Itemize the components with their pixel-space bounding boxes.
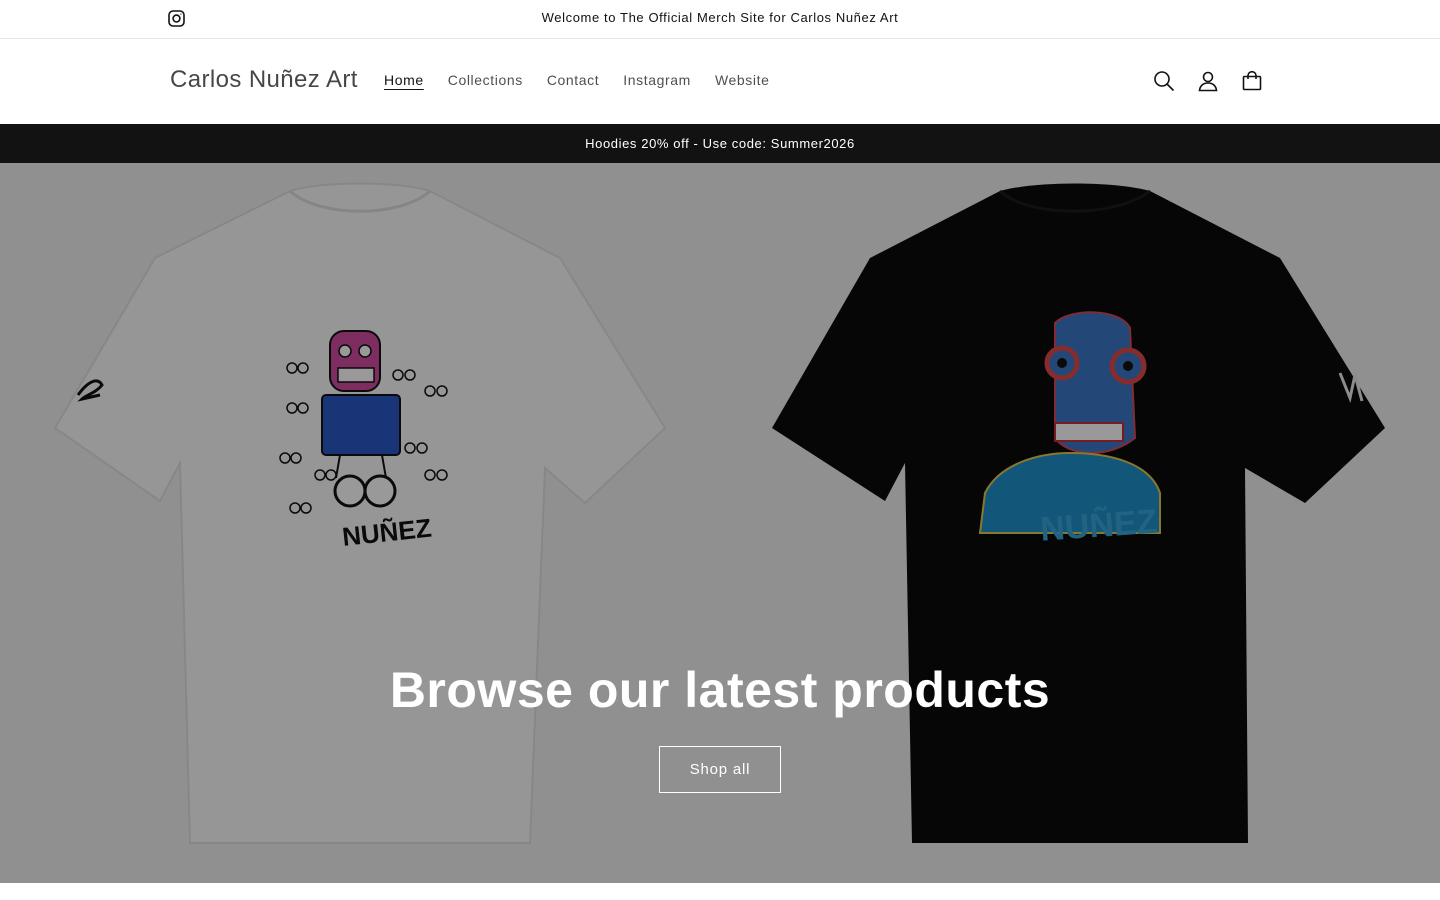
- site-header: Carlos Nuñez Art Home Collections Contac…: [0, 39, 1440, 124]
- announcement-bar: Welcome to The Official Merch Site for C…: [0, 0, 1440, 39]
- account-icon[interactable]: [1186, 59, 1230, 103]
- header-icons: [1142, 59, 1274, 103]
- shop-all-button[interactable]: Shop all: [659, 746, 781, 793]
- nav-item-instagram[interactable]: Instagram: [611, 72, 703, 88]
- announcement-message: Welcome to The Official Merch Site for C…: [541, 10, 899, 25]
- nav-item-website[interactable]: Website: [703, 72, 782, 88]
- hero-headline: Browse our latest products: [389, 662, 1051, 718]
- promo-bar: Hoodies 20% off - Use code: Summer2026: [0, 124, 1440, 163]
- page-bottom-strip: [0, 883, 1440, 900]
- hero-banner: NUÑEZ NUÑEZ Browse our latest products S…: [0, 163, 1440, 883]
- search-icon[interactable]: [1142, 59, 1186, 103]
- nav-item-contact[interactable]: Contact: [535, 72, 611, 88]
- nav-item-home[interactable]: Home: [372, 72, 436, 88]
- main-nav: Home Collections Contact Instagram Websi…: [372, 72, 781, 88]
- nav-item-collections[interactable]: Collections: [436, 72, 535, 88]
- brand-logo[interactable]: Carlos Nuñez Art: [170, 66, 358, 94]
- cart-icon[interactable]: [1230, 59, 1274, 103]
